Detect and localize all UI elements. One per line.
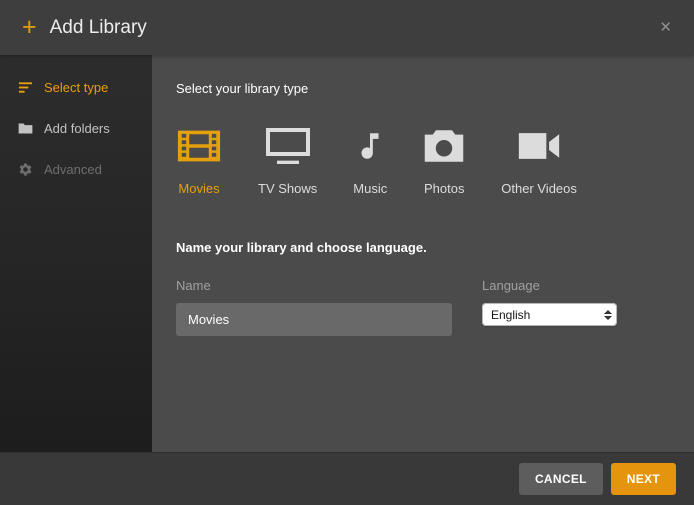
type-option-label: Other Videos [501, 181, 577, 196]
select-stepper-icon [604, 310, 612, 320]
close-icon[interactable]: ✕ [659, 20, 672, 35]
type-option-movies[interactable]: Movies [176, 126, 222, 196]
type-option-label: Music [353, 181, 387, 196]
sidebar-item-add-folders[interactable]: Add folders [0, 108, 152, 149]
sidebar-item-select-type[interactable]: Select type [0, 67, 152, 108]
camera-icon [423, 126, 465, 166]
language-field-group: Language English [482, 278, 617, 326]
sidebar-item-label: Select type [44, 80, 108, 95]
form-fields: Name Language English [176, 278, 670, 336]
music-note-icon [353, 126, 387, 166]
language-select[interactable]: English [482, 303, 617, 326]
type-option-tv-shows[interactable]: TV Shows [258, 126, 317, 196]
plus-icon: + [22, 15, 37, 40]
tv-icon [263, 126, 313, 166]
language-field-label: Language [482, 278, 617, 293]
library-type-options: Movies TV Shows Music [176, 126, 670, 196]
main-panel: Select your library type Movies TV Shows [152, 55, 694, 452]
sidebar-item-advanced[interactable]: Advanced [0, 149, 152, 190]
dialog-header: + Add Library ✕ [0, 0, 694, 55]
type-option-label: Movies [178, 181, 219, 196]
film-icon [176, 126, 222, 166]
sidebar: Select type Add folders Advanced [0, 55, 152, 452]
videocam-icon [517, 126, 561, 166]
dialog-body: Select type Add folders Advanced Select … [0, 55, 694, 452]
name-section-heading: Name your library and choose language. [176, 240, 670, 255]
type-option-label: Photos [424, 181, 464, 196]
next-button[interactable]: NEXT [611, 463, 676, 495]
type-option-photos[interactable]: Photos [423, 126, 465, 196]
select-type-icon [18, 80, 33, 95]
sidebar-item-label: Advanced [44, 162, 102, 177]
add-library-dialog: + Add Library ✕ Select type Add folders [0, 0, 694, 505]
language-select-value: English [491, 308, 530, 322]
name-field-label: Name [176, 278, 452, 293]
cancel-button[interactable]: CANCEL [519, 463, 603, 495]
type-option-other-videos[interactable]: Other Videos [501, 126, 577, 196]
name-field-group: Name [176, 278, 452, 336]
dialog-title: Add Library [50, 17, 147, 39]
sidebar-item-label: Add folders [44, 121, 110, 136]
type-option-music[interactable]: Music [353, 126, 387, 196]
type-option-label: TV Shows [258, 181, 317, 196]
folder-icon [18, 121, 33, 136]
gear-icon [18, 162, 33, 177]
dialog-footer: CANCEL NEXT [0, 452, 694, 505]
library-type-heading: Select your library type [176, 81, 670, 96]
library-name-input[interactable] [176, 303, 452, 336]
